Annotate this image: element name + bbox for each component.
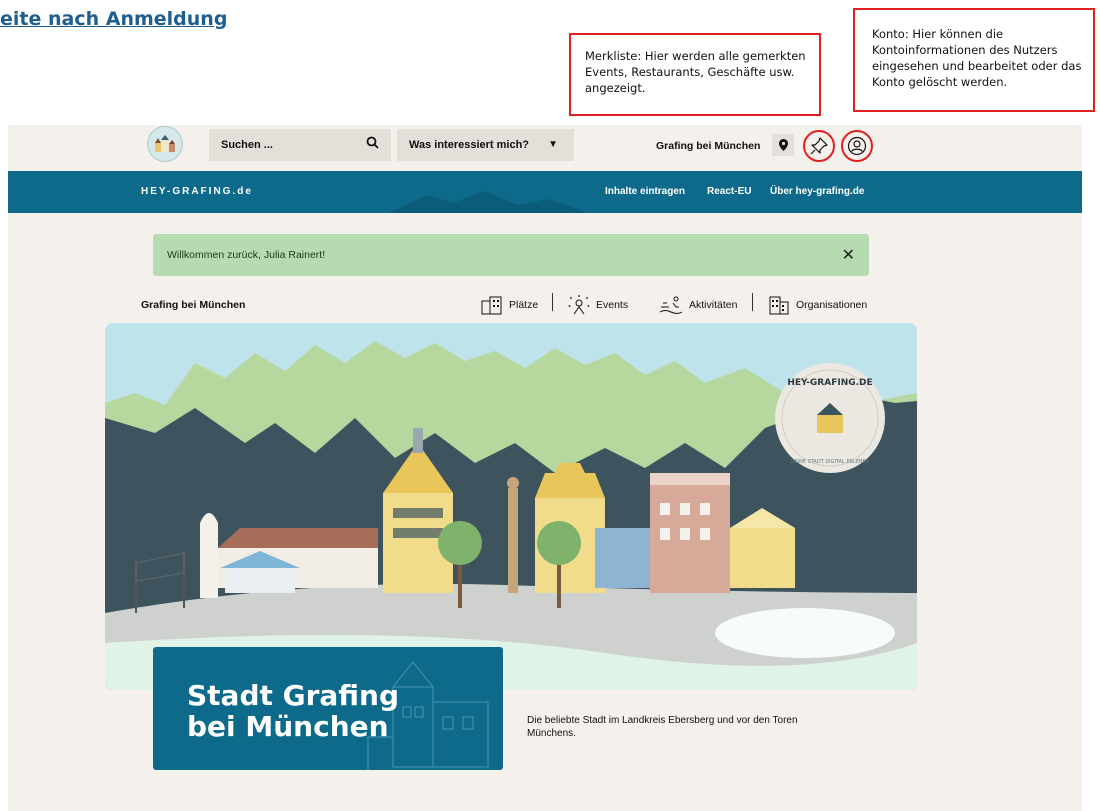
- top-bar: Suchen ... Was interessiert mich? ▼ Graf…: [8, 125, 1082, 171]
- category-divider: [752, 293, 753, 311]
- location-label[interactable]: Grafing bei München: [656, 140, 760, 152]
- interest-select[interactable]: Was interessiert mich? ▼: [397, 129, 574, 161]
- category-label: Events: [596, 299, 629, 311]
- site-logo[interactable]: [147, 126, 183, 162]
- city-label: Grafing bei München: [141, 299, 246, 311]
- website-screenshot: Suchen ... Was interessiert mich? ▼ Graf…: [8, 125, 1082, 811]
- hero-illustration: HEY-GRAFING.DE DEINE STADT DIGITAL ERLEB…: [105, 323, 917, 690]
- city-title-line1: Stadt Grafing: [187, 679, 400, 712]
- town-square-illustration: HEY-GRAFING.DE DEINE STADT DIGITAL ERLEB…: [105, 323, 917, 690]
- merkliste-button[interactable]: [803, 130, 835, 162]
- close-icon[interactable]: ✕: [842, 245, 855, 265]
- building-icon: [481, 296, 502, 315]
- badge-text: HEY-GRAFING.DE: [787, 378, 872, 388]
- category-label: Aktivitäten: [689, 299, 738, 311]
- pushpin-icon: [810, 137, 828, 155]
- badge-subtext: DEINE STADT DIGITAL ERLEBEN: [791, 459, 870, 465]
- search-icon[interactable]: [366, 136, 379, 152]
- category-label: Organisationen: [796, 299, 868, 311]
- user-icon: [847, 136, 867, 156]
- caret-down-icon: ▼: [548, 139, 558, 150]
- location-pin-icon: [778, 139, 788, 151]
- screenshot-root: eite nach Anmeldung Merkliste: Hier werd…: [0, 0, 1100, 811]
- brand-link[interactable]: HEY-GRAFING.de: [141, 186, 253, 197]
- welcome-alert: Willkommen zurück, Julia Rainert! ✕: [153, 234, 869, 276]
- category-divider: [552, 293, 553, 311]
- nav-link-react-eu[interactable]: React-EU: [707, 186, 751, 197]
- category-label: Plätze: [509, 299, 539, 311]
- city-description: Die beliebte Stadt im Landkreis Ebersber…: [527, 715, 798, 739]
- category-events[interactable]: Events: [568, 293, 628, 317]
- category-aktivitaeten[interactable]: Aktivitäten: [659, 293, 737, 317]
- town-logo-icon: [155, 135, 175, 152]
- search-placeholder: Suchen ...: [221, 139, 273, 151]
- document-heading: eite nach Anmeldung: [0, 8, 228, 30]
- city-title-line2: bei München: [187, 710, 389, 743]
- account-button[interactable]: [841, 130, 873, 162]
- interest-select-label: Was interessiert mich?: [409, 139, 530, 151]
- main-navbar: HEY-GRAFING.de Inhalte eintragen React-E…: [8, 171, 1082, 213]
- welcome-message: Willkommen zurück, Julia Rainert!: [167, 249, 326, 261]
- mountain-silhouette-decoration: [388, 191, 588, 213]
- search-input[interactable]: Suchen ...: [209, 129, 391, 161]
- confetti-icon: [568, 295, 590, 315]
- nav-link-ueber[interactable]: Über hey-grafing.de: [770, 186, 864, 197]
- activity-icon: [659, 296, 683, 314]
- category-organisationen[interactable]: Organisationen: [768, 293, 867, 317]
- category-plaetze[interactable]: Plätze: [481, 293, 538, 317]
- city-title-card: Stadt Grafing bei München: [153, 647, 503, 770]
- nav-link-inhalte[interactable]: Inhalte eintragen: [605, 186, 685, 197]
- location-pin-button[interactable]: [772, 134, 794, 156]
- merkliste-callout: Merkliste: Hier werden alle gemerkten Ev…: [569, 33, 821, 116]
- office-building-icon: [769, 296, 789, 315]
- konto-callout: Konto: Hier können die Kontoinformatione…: [853, 8, 1095, 112]
